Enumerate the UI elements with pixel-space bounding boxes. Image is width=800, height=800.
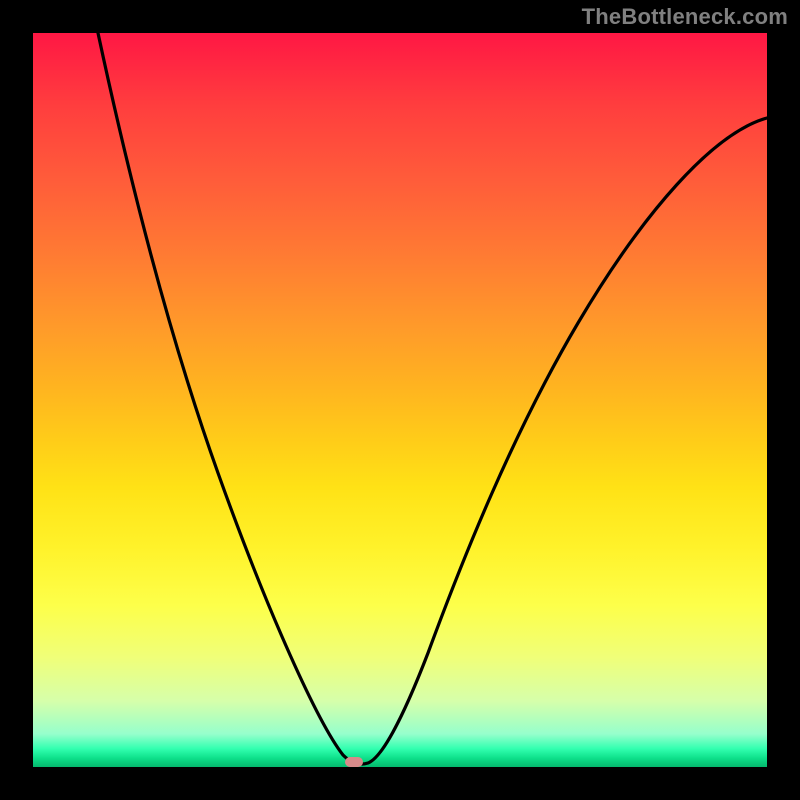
bottleneck-curve — [98, 33, 767, 764]
watermark-text: TheBottleneck.com — [582, 4, 788, 30]
optimal-point-marker — [345, 757, 363, 767]
plot-area — [33, 33, 767, 767]
chart-container: TheBottleneck.com — [0, 0, 800, 800]
curve-layer — [33, 33, 767, 767]
